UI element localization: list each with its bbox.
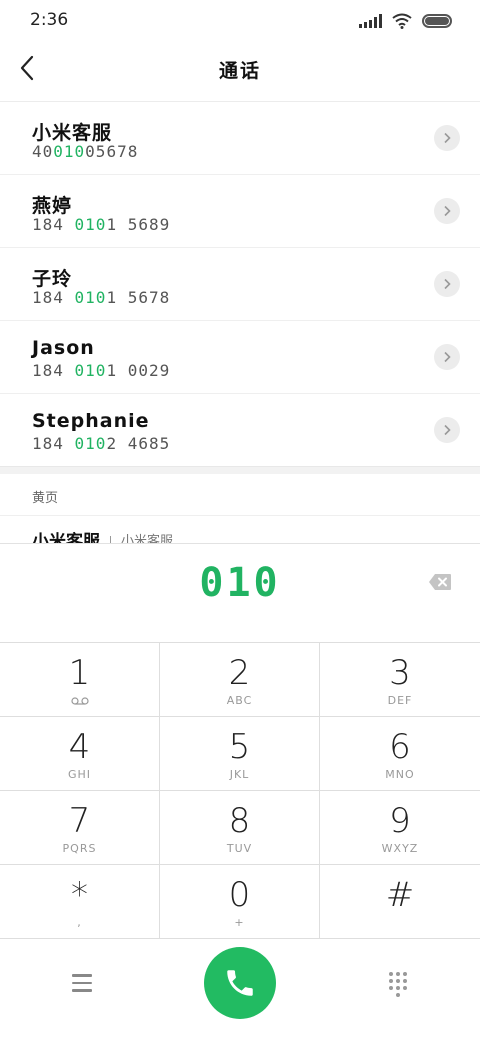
key-1[interactable]: 1	[0, 643, 160, 717]
key-digit: #	[385, 875, 415, 915]
key-digit: 1	[68, 653, 91, 693]
wifi-icon	[392, 13, 412, 29]
status-bar: 2:36	[0, 0, 480, 40]
key-digit: 2	[228, 653, 251, 693]
page-title: 通话	[218, 60, 261, 82]
contact-number: 184 0101 5678	[32, 288, 171, 307]
contact-name: Jason	[32, 337, 95, 359]
key-digit: 9	[389, 801, 411, 841]
contact-number: 184 0101 0029	[32, 361, 171, 380]
key-letters: JKL	[229, 768, 250, 781]
contact-number: 184 0101 5689	[32, 215, 171, 234]
chevron-right-icon	[444, 424, 451, 436]
key-3[interactable]: 3 DEF	[320, 643, 480, 717]
contact-detail-button[interactable]	[434, 271, 460, 297]
contact-name: 子玲	[32, 268, 73, 290]
key-digit: 3	[389, 653, 411, 693]
dialed-number: 010	[199, 560, 281, 606]
key-2[interactable]: 2 ABC	[160, 643, 320, 717]
key-digit: 5	[228, 727, 251, 767]
key-digit: 7	[68, 801, 91, 841]
yellow-pages-tag: 小米客服	[121, 534, 174, 544]
key-letters: WXYZ	[381, 842, 419, 855]
key-5[interactable]: 5 JKL	[160, 717, 320, 791]
keypad-grid: 1 2 ABC 3 DEF 4 GHI 5 JKL 6 MNO 7 PQRS 8…	[0, 642, 480, 939]
key-digit: 0	[228, 875, 251, 915]
chevron-right-icon	[444, 278, 451, 290]
contact-item[interactable]: 子玲 184 0101 5678	[0, 248, 480, 321]
key-letters: ABC	[226, 694, 253, 707]
key-digit: *	[71, 875, 88, 915]
contact-item[interactable]: 小米客服 4001005678	[0, 102, 480, 175]
contact-item[interactable]: 燕婷 184 0101 5689	[0, 175, 480, 248]
contact-number: 184 0102 4685	[32, 434, 171, 453]
key-6[interactable]: 6 MNO	[320, 717, 480, 791]
contact-item[interactable]: Stephanie 184 0102 4685	[0, 394, 480, 467]
key-digit: 4	[68, 727, 91, 767]
battery-icon	[422, 14, 452, 28]
key-0[interactable]: 0 +	[160, 865, 320, 939]
call-button[interactable]	[204, 947, 276, 1019]
phone-icon	[227, 970, 253, 996]
contact-detail-button[interactable]	[434, 125, 460, 151]
key-letters: TUV	[226, 842, 253, 855]
contact-name: 小米客服	[32, 122, 113, 144]
menu-icon[interactable]	[72, 974, 92, 992]
signal-icon	[359, 14, 382, 28]
key-letters: GHI	[67, 768, 92, 781]
yellow-pages-name: 小米客服	[32, 532, 100, 544]
yellow-pages-item[interactable]: 小米客服 小米客服	[32, 530, 173, 544]
key-digit: 8	[228, 801, 251, 841]
contact-name: Stephanie	[32, 410, 150, 432]
contact-name: 燕婷	[32, 195, 73, 217]
contact-item[interactable]: Jason 184 0101 0029	[0, 321, 480, 394]
key-letters: DEF	[387, 694, 413, 707]
key-letters: MNO	[385, 768, 415, 781]
key-letters: ,	[77, 916, 82, 929]
dialpad: 010 1 2 ABC 3 DEF 4 GHI 5 JKL 6 MNO 7 PQ…	[0, 543, 480, 1040]
chevron-right-icon	[444, 205, 451, 217]
dial-display: 010	[0, 544, 480, 642]
contact-detail-button[interactable]	[434, 198, 460, 224]
key-star[interactable]: * ,	[0, 865, 160, 939]
keypad-icon[interactable]	[389, 972, 409, 997]
section-divider-line	[0, 515, 480, 516]
status-time: 2:36	[30, 10, 69, 30]
contact-detail-button[interactable]	[434, 417, 460, 443]
contact-detail-button[interactable]	[434, 344, 460, 370]
key-7[interactable]: 7 PQRS	[0, 791, 160, 865]
backspace-icon[interactable]	[428, 573, 452, 591]
contact-list: 小米客服 4001005678 燕婷 184 0101 5689 子玲 184 …	[0, 102, 480, 467]
chevron-right-icon	[444, 132, 451, 144]
key-hash[interactable]: #	[320, 865, 480, 939]
key-9[interactable]: 9 WXYZ	[320, 791, 480, 865]
yellow-pages-title: 黄页	[32, 491, 59, 506]
key-letters: +	[234, 916, 245, 929]
dialer-bottom-bar	[0, 938, 480, 1040]
section-divider	[0, 466, 480, 474]
key-letters: PQRS	[62, 842, 97, 855]
key-8[interactable]: 8 TUV	[160, 791, 320, 865]
voicemail-icon	[71, 697, 89, 705]
header: 通话	[0, 40, 480, 100]
key-digit: 6	[389, 727, 411, 767]
contact-number: 4001005678	[32, 142, 139, 161]
key-4[interactable]: 4 GHI	[0, 717, 160, 791]
chevron-right-icon	[444, 351, 451, 363]
status-icons	[359, 11, 452, 31]
